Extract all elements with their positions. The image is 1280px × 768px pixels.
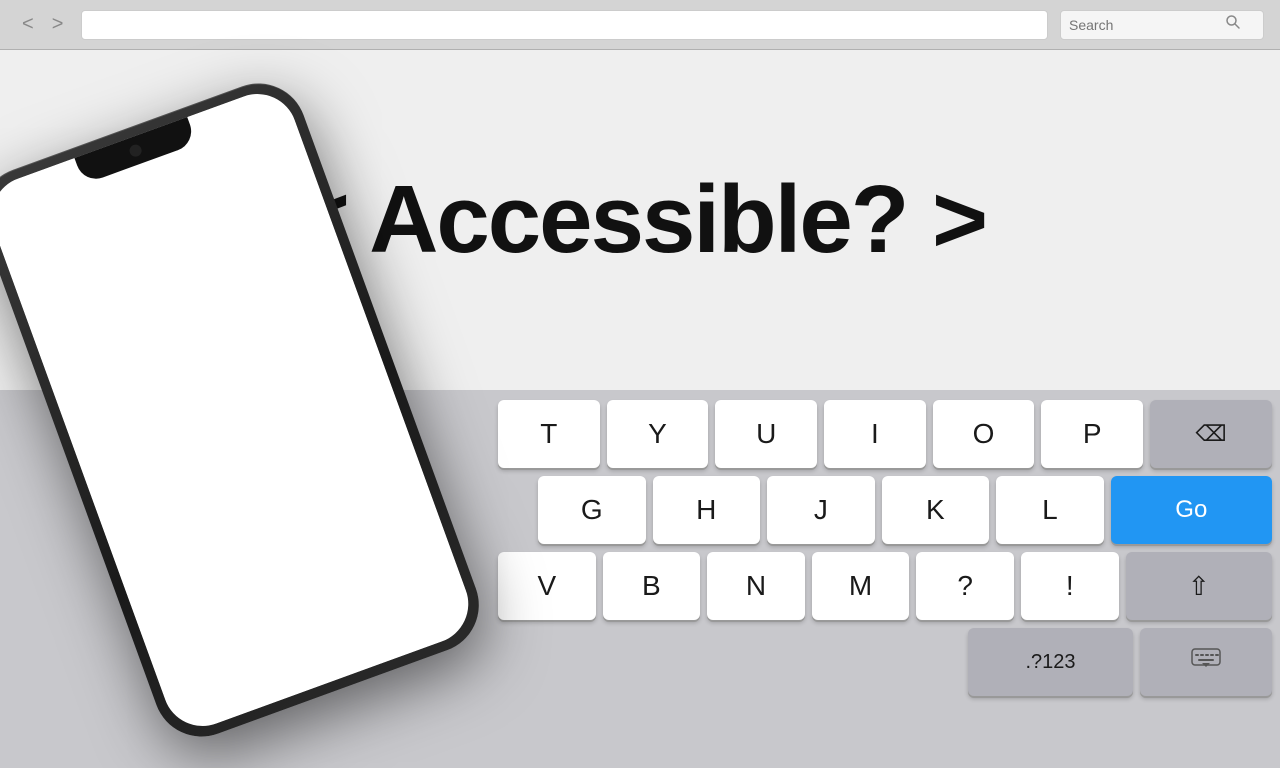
key-go[interactable]: Go <box>1111 476 1272 544</box>
key-keyboard[interactable] <box>1140 628 1272 696</box>
key-G[interactable]: G <box>538 476 646 544</box>
key-shift[interactable]: ⇧ <box>1126 552 1272 620</box>
search-box <box>1060 10 1264 40</box>
key-M[interactable]: M <box>812 552 910 620</box>
key-U[interactable]: U <box>715 400 817 468</box>
backspace-icon: ⌫ <box>1195 421 1226 447</box>
back-button[interactable]: < <box>16 9 40 40</box>
address-bar[interactable] <box>81 10 1048 40</box>
browser-toolbar: < > <box>0 0 1280 50</box>
search-input[interactable] <box>1069 17 1219 33</box>
forward-button[interactable]: > <box>46 9 70 40</box>
key-numeric[interactable]: .?123 <box>968 628 1133 696</box>
key-exclaim[interactable]: ! <box>1021 552 1119 620</box>
key-V[interactable]: V <box>498 552 596 620</box>
key-H[interactable]: H <box>653 476 761 544</box>
key-question[interactable]: ? <box>916 552 1014 620</box>
key-L[interactable]: L <box>996 476 1104 544</box>
keyboard-icon <box>1190 646 1222 678</box>
shift-icon: ⇧ <box>1188 571 1210 602</box>
key-I[interactable]: I <box>824 400 926 468</box>
key-K[interactable]: K <box>882 476 990 544</box>
key-T[interactable]: T <box>498 400 600 468</box>
key-P[interactable]: P <box>1041 400 1143 468</box>
key-J[interactable]: J <box>767 476 875 544</box>
nav-buttons: < > <box>16 9 69 40</box>
headline-text: < Accessible? > <box>294 165 986 275</box>
key-Y[interactable]: Y <box>607 400 709 468</box>
search-icon <box>1225 14 1241 35</box>
key-B[interactable]: B <box>603 552 701 620</box>
key-O[interactable]: O <box>933 400 1035 468</box>
key-N[interactable]: N <box>707 552 805 620</box>
keyboard-area: T Y U I O P ⌫ G H J K L Go V B N M ? ! <box>0 390 1280 768</box>
key-backspace[interactable]: ⌫ <box>1150 400 1272 468</box>
